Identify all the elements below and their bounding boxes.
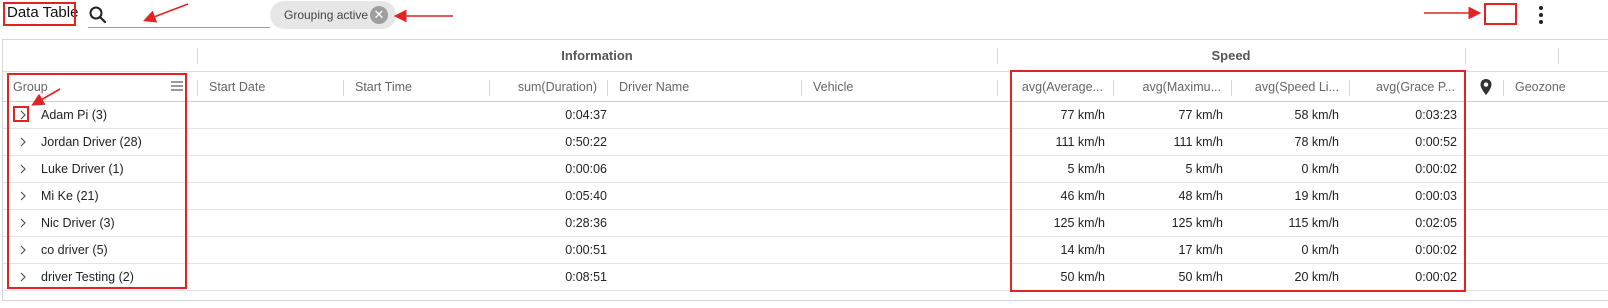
annotation-arrows [31, 3, 1482, 106]
